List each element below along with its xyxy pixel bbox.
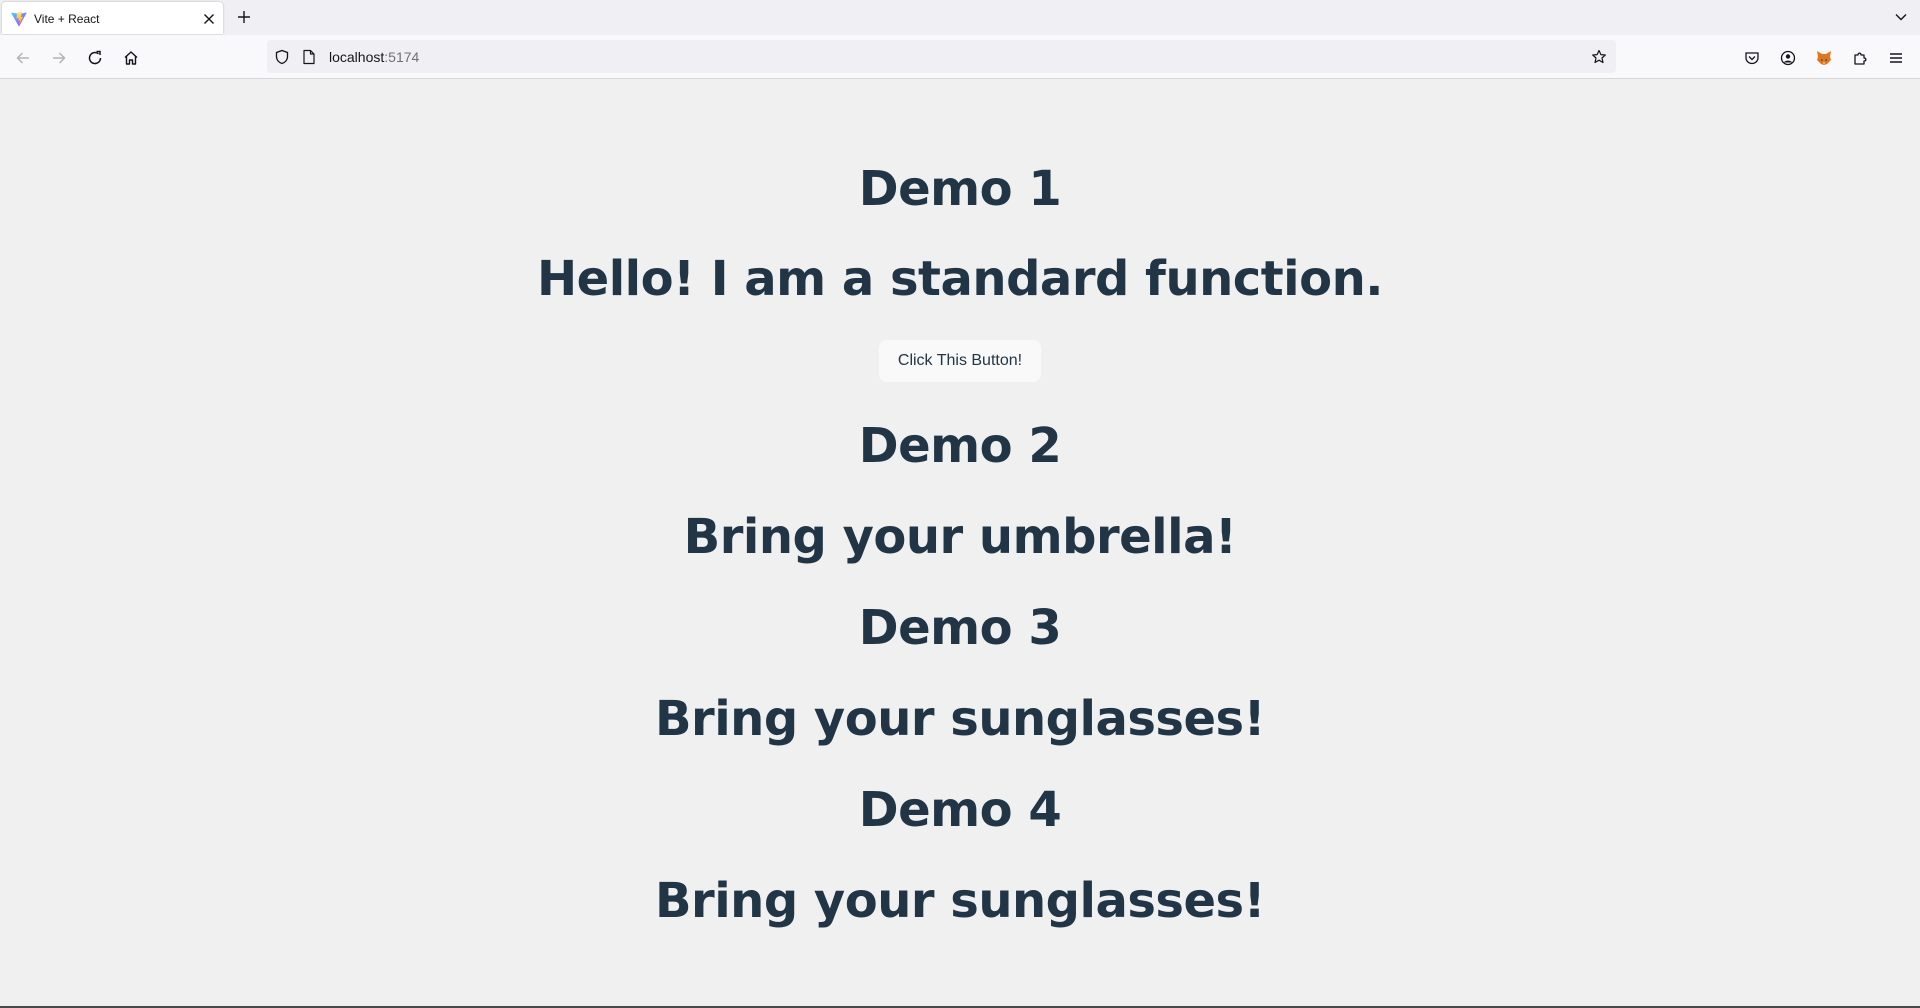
demo4-message: Bring your sunglasses! (654, 873, 1266, 929)
browser-tab[interactable]: Vite + React (2, 2, 223, 34)
tab-title: Vite + React (34, 12, 100, 26)
account-icon[interactable] (1776, 46, 1800, 70)
star-icon[interactable] (1589, 47, 1609, 67)
address-bar[interactable]: localhost:5174 (267, 40, 1616, 73)
page-viewport: Demo 1 Hello! I am a standard function. … (0, 80, 1920, 1006)
shield-icon[interactable] (273, 48, 291, 66)
vite-logo-icon (11, 11, 27, 27)
demo4-heading: Demo 4 (858, 782, 1062, 838)
navigation-toolbar: localhost:5174 (0, 35, 1920, 79)
close-icon[interactable] (200, 10, 218, 28)
fox-extension-icon[interactable] (1812, 46, 1836, 70)
hamburger-menu-icon[interactable] (1884, 46, 1908, 70)
browser-window: Vite + React localhost:5174 Demo 1 Hello… (0, 0, 1920, 1008)
url-text[interactable]: localhost:5174 (329, 49, 419, 65)
demo2-heading: Demo 2 (858, 418, 1062, 474)
demo3-message: Bring your sunglasses! (654, 691, 1266, 747)
puzzle-icon[interactable] (1848, 46, 1872, 70)
page-icon[interactable] (301, 48, 317, 66)
pocket-icon[interactable] (1740, 46, 1764, 70)
demo3-heading: Demo 3 (858, 600, 1062, 656)
plus-icon[interactable] (234, 7, 254, 27)
url-host: localhost (329, 49, 385, 65)
demo1-heading: Demo 1 (858, 161, 1062, 217)
url-port: :5174 (384, 49, 420, 65)
click-this-button[interactable]: Click This Button! (879, 340, 1041, 382)
tab-strip: Vite + React (0, 0, 1920, 35)
arrow-right-icon[interactable] (47, 46, 71, 70)
arrow-left-icon[interactable] (11, 46, 35, 70)
reload-icon[interactable] (83, 46, 107, 70)
home-icon[interactable] (119, 46, 143, 70)
chevron-down-icon[interactable] (1890, 6, 1912, 28)
demo2-message: Bring your umbrella! (683, 509, 1237, 565)
demo1-message: Hello! I am a standard function. (536, 251, 1384, 307)
